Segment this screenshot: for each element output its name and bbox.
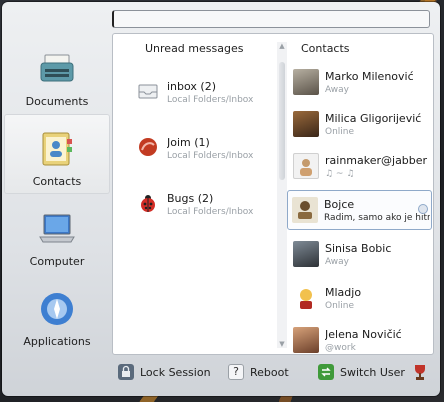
- contact-name: Marko Milenović: [325, 69, 414, 83]
- item-subtitle: Local Folders/Inbox: [167, 207, 254, 217]
- trophy-icon: [412, 363, 428, 384]
- laptop-icon: [37, 209, 77, 249]
- contact-item-selected[interactable]: Bojce Radim, samo ako je hitno: [287, 190, 432, 230]
- nav-item-computer[interactable]: Computer: [4, 194, 110, 274]
- launcher-window: Documents Contacts Computer Applications…: [2, 2, 440, 396]
- help-question-icon: ?: [228, 364, 244, 380]
- applications-icon: [37, 289, 77, 329]
- switch-user-label: Switch User: [340, 365, 405, 379]
- contact-name: Milica Gligorijević: [325, 111, 422, 125]
- scrollbar-thumb[interactable]: [279, 62, 285, 180]
- contact-item[interactable]: Marko Milenović Away: [289, 62, 433, 102]
- contact-item[interactable]: Sinisa Bobic Away: [289, 234, 433, 274]
- search-input[interactable]: [112, 10, 430, 28]
- item-title: Joim (1): [167, 136, 210, 149]
- scroll-up-icon[interactable]: ▲: [277, 42, 287, 50]
- info-icon[interactable]: [418, 204, 428, 214]
- contact-status: Away: [325, 84, 349, 95]
- item-title: Bugs (2): [167, 192, 214, 205]
- nav-item-applications[interactable]: Applications: [4, 274, 110, 354]
- contacts-header: Contacts: [301, 42, 350, 55]
- contact-status: ♫ ~ ♫: [325, 168, 355, 179]
- avatar: [293, 111, 319, 137]
- contact-item[interactable]: rainmaker@jabber ♫ ~ ♫: [289, 146, 433, 186]
- contact-item[interactable]: Mladjo Online: [289, 278, 433, 318]
- item-title: inbox (2): [167, 80, 216, 93]
- contact-item[interactable]: Jelena Novičić @work: [289, 320, 433, 354]
- item-subtitle: Local Folders/Inbox: [167, 151, 254, 161]
- nav-label: Documents: [25, 95, 89, 108]
- item-subtitle: Local Folders/Inbox: [167, 95, 254, 105]
- avatar: [292, 197, 318, 223]
- inbox-icon: [137, 80, 159, 105]
- joim-icon: [137, 136, 159, 161]
- contact-name: Jelena Novičić: [325, 327, 402, 341]
- reboot-label: Reboot: [250, 365, 289, 379]
- avatar: [293, 241, 319, 267]
- contact-status: Radim, samo ako je hitno: [324, 212, 430, 223]
- list-scrollbar[interactable]: ▲ ▼: [277, 42, 287, 348]
- nav-label: Contacts: [32, 175, 82, 188]
- shutdown-button[interactable]: [412, 363, 428, 384]
- list-item[interactable]: Bugs (2) Local Folders/Inbox: [137, 192, 277, 217]
- contact-item[interactable]: Milica Gligorijević Online: [289, 104, 433, 144]
- nav-item-contacts[interactable]: Contacts: [4, 114, 110, 194]
- avatar: [293, 285, 319, 311]
- contact-name: Bojce: [324, 197, 355, 211]
- scroll-down-icon[interactable]: ▼: [277, 340, 287, 348]
- address-book-icon: [37, 129, 77, 169]
- switch-user-icon: [318, 364, 334, 380]
- contact-status: @work: [325, 342, 356, 353]
- contact-name: Sinisa Bobic: [325, 241, 392, 255]
- contact-status: Away: [325, 256, 349, 267]
- lock-session-label: Lock Session: [140, 365, 211, 379]
- list-item[interactable]: Joim (1) Local Folders/Inbox: [137, 136, 277, 161]
- lock-icon: [118, 364, 134, 380]
- unread-messages-header: Unread messages: [145, 42, 244, 55]
- avatar: [293, 153, 319, 179]
- contact-status: Online: [325, 300, 355, 311]
- contact-status: Online: [325, 126, 355, 137]
- nav-item-documents[interactable]: Documents: [4, 34, 110, 114]
- switch-user-button[interactable]: Switch User: [318, 364, 405, 380]
- contact-name: rainmaker@jabber: [325, 153, 428, 167]
- nav-label: Applications: [23, 335, 91, 348]
- contact-name: Mladjo: [325, 285, 362, 299]
- avatar: [293, 69, 319, 95]
- ladybug-icon: [137, 192, 159, 217]
- typewriter-icon: [37, 49, 77, 89]
- session-bar: Lock Session ? Reboot Switch User: [112, 360, 436, 390]
- avatar: [293, 327, 319, 353]
- content-panel: Unread messages inbox (2) Local Folders/…: [112, 33, 434, 355]
- lock-session-button[interactable]: Lock Session: [118, 364, 211, 380]
- list-item[interactable]: inbox (2) Local Folders/Inbox: [137, 80, 277, 105]
- nav-label: Computer: [29, 255, 85, 268]
- reboot-button[interactable]: ? Reboot: [228, 364, 289, 380]
